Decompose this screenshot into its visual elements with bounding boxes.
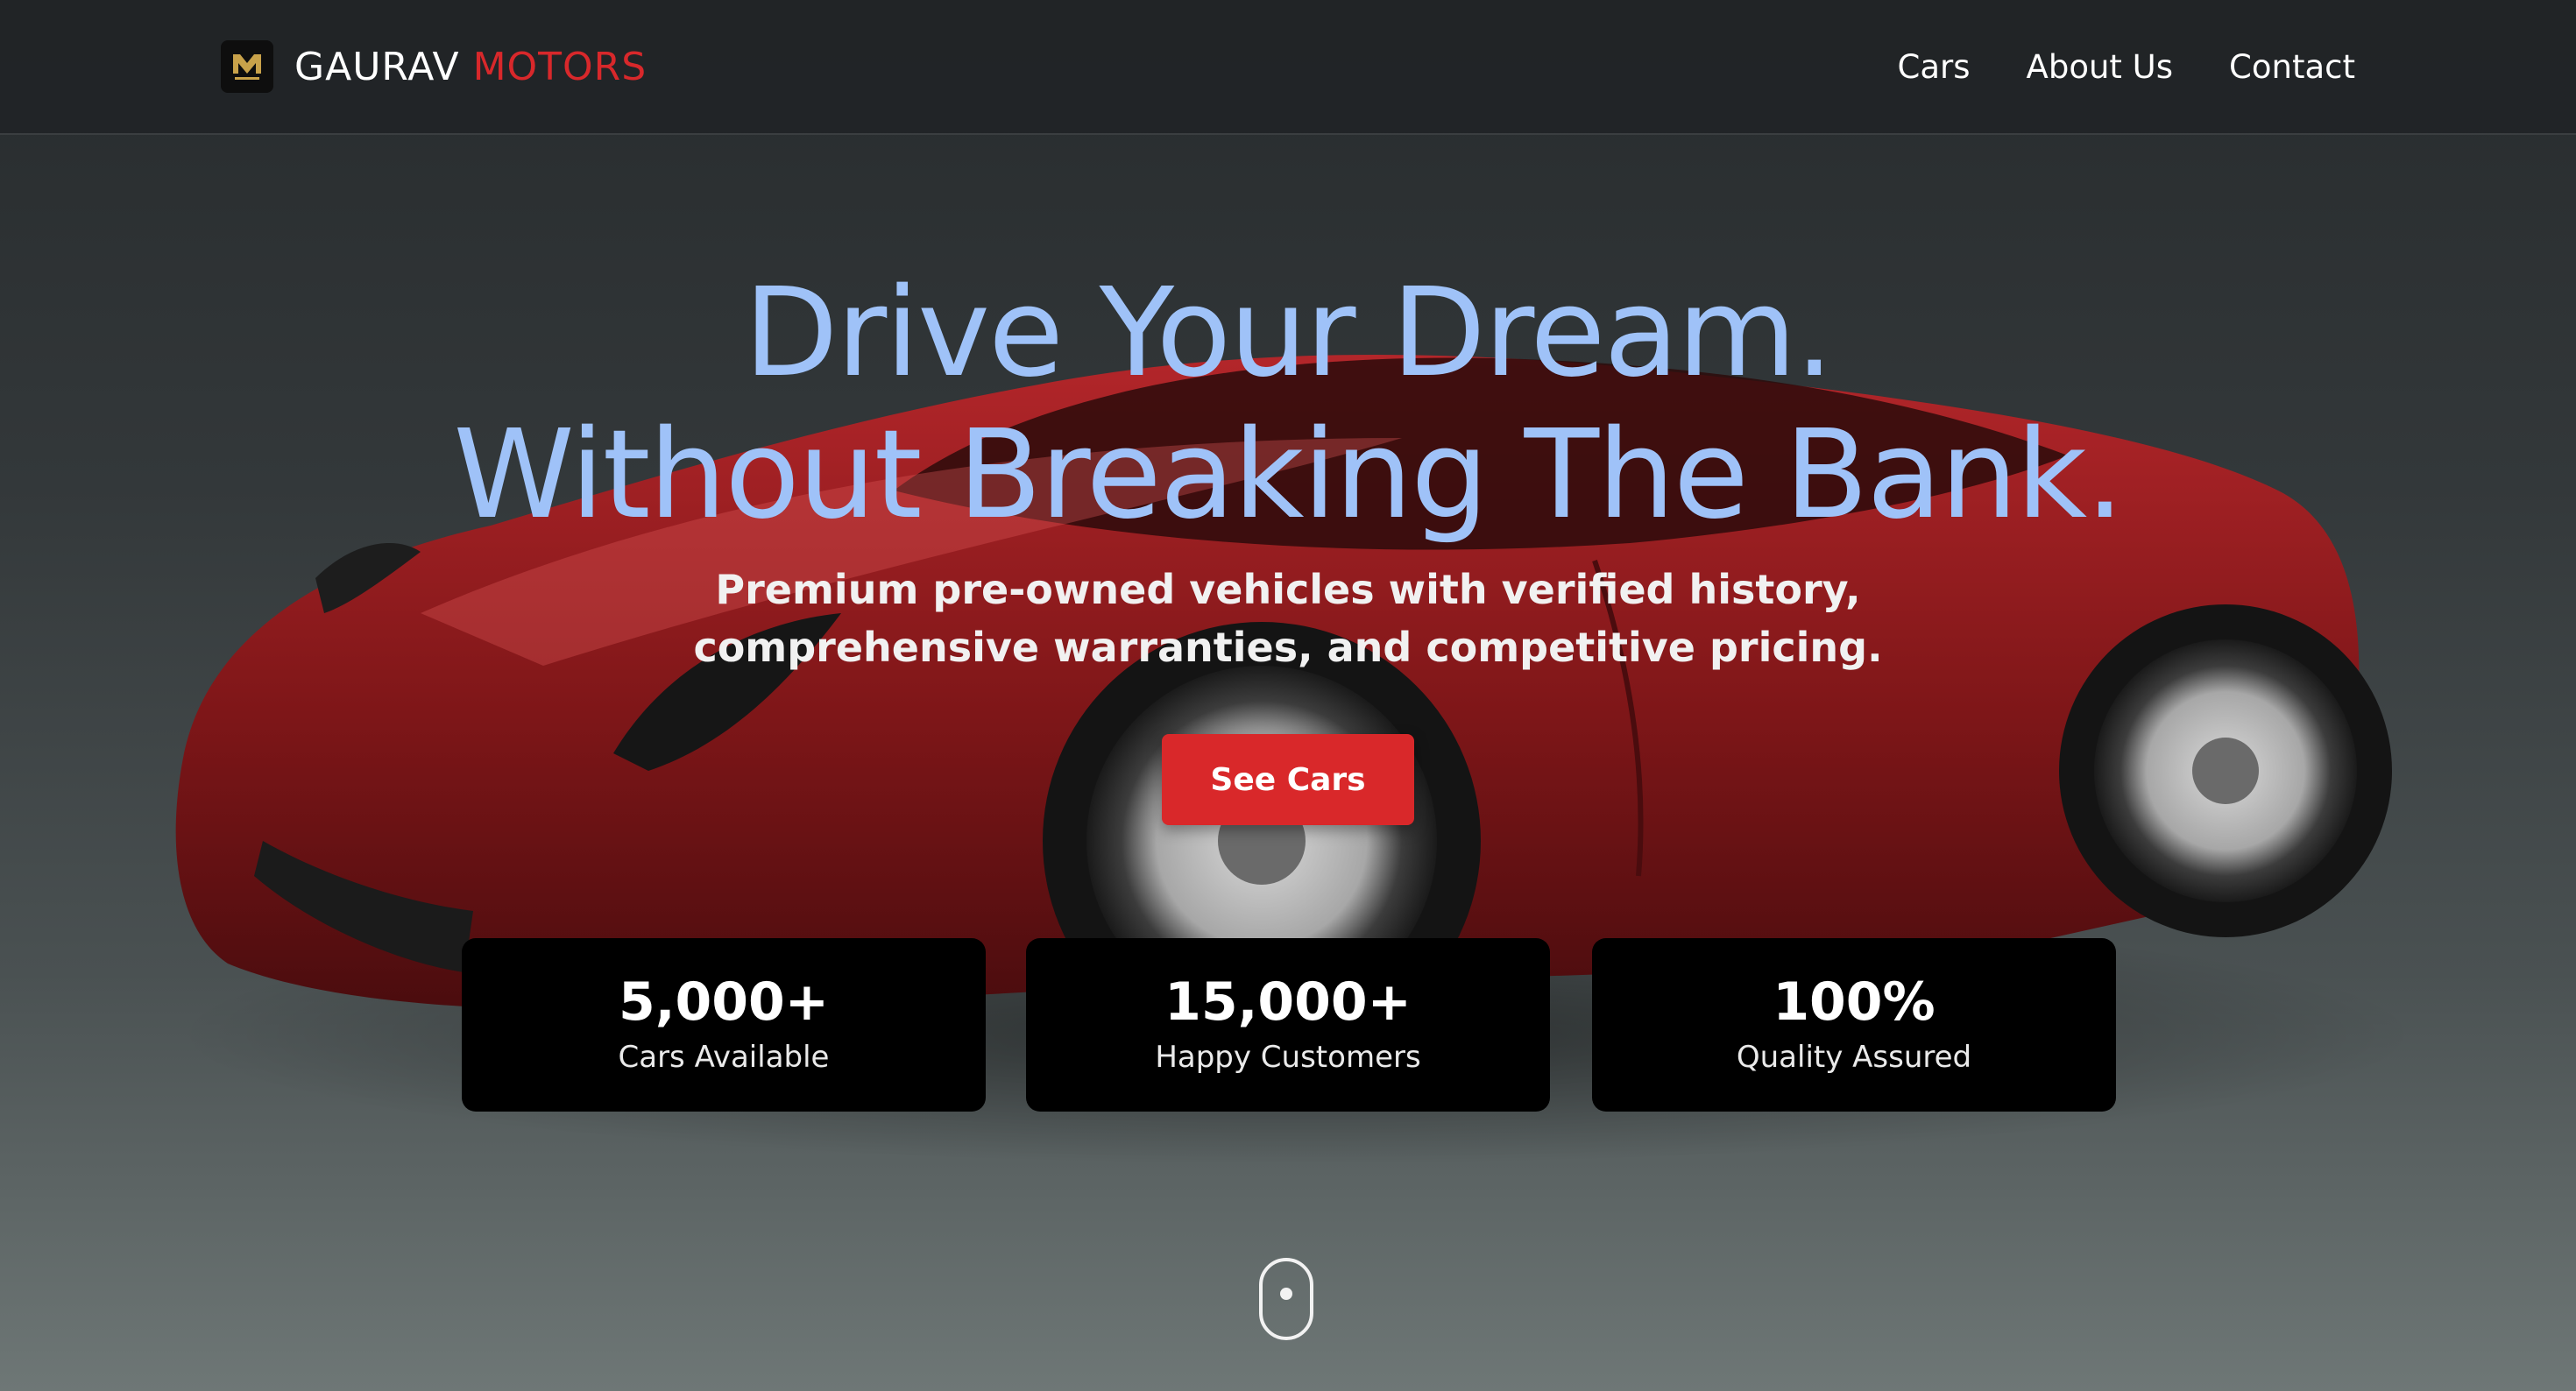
hero-car-image: [175, 355, 2418, 1165]
stat-label: Cars Available: [618, 1040, 830, 1075]
stat-value: 100%: [1773, 971, 1936, 1033]
hero-subtitle-line-2: comprehensive warranties, and competitiv…: [693, 624, 1883, 671]
stat-card-cars-available: 5,000+ Cars Available: [462, 938, 986, 1112]
brand-name-primary: GAURAV: [294, 44, 460, 89]
mouse-scroll-icon[interactable]: [1259, 1258, 1313, 1340]
nav-item-contact[interactable]: Contact: [2229, 48, 2355, 86]
hero-headline-line-1: Drive Your Dream.: [743, 262, 1834, 405]
nav-links: Cars About Us Contact: [1898, 39, 2355, 95]
nav-item-about-us[interactable]: About Us: [2027, 48, 2174, 86]
brand-logo-icon[interactable]: [221, 40, 273, 93]
top-navbar: GAURAV MOTORS Cars About Us Contact: [0, 0, 2576, 135]
brand-name[interactable]: GAURAV MOTORS: [294, 45, 647, 89]
hero-subtitle: Premium pre-owned vehicles with verified…: [0, 561, 2576, 676]
hero-headline-line-2: Without Breaking The Bank.: [453, 404, 2124, 547]
see-cars-button[interactable]: See Cars: [1162, 734, 1414, 825]
stat-value: 5,000+: [618, 971, 830, 1033]
stat-value: 15,000+: [1164, 971, 1412, 1033]
nav-item-cars[interactable]: Cars: [1898, 48, 1971, 86]
stat-label: Quality Assured: [1736, 1040, 1972, 1075]
hero-headline: Drive Your Dream. Without Breaking The B…: [0, 263, 2576, 547]
stat-label: Happy Customers: [1155, 1040, 1421, 1075]
stat-card-happy-customers: 15,000+ Happy Customers: [1026, 938, 1550, 1112]
scroll-dot: [1280, 1288, 1292, 1300]
brand[interactable]: GAURAV MOTORS: [221, 39, 647, 95]
stat-card-quality-assured: 100% Quality Assured: [1592, 938, 2116, 1112]
hero-subtitle-line-1: Premium pre-owned vehicles with verified…: [715, 566, 1861, 613]
brand-name-accent: MOTORS: [472, 44, 648, 89]
